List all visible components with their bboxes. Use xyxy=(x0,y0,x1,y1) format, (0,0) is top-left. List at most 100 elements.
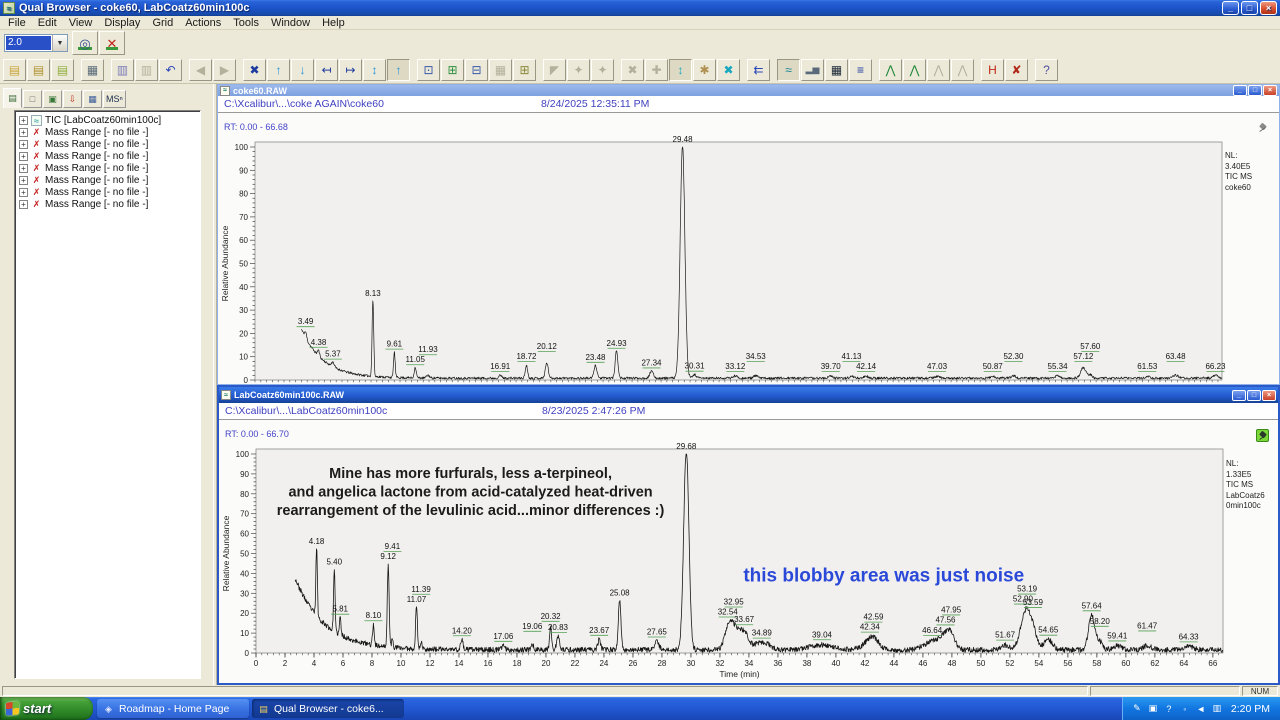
spectrum-view-button[interactable]: ▂▅ xyxy=(801,59,824,81)
tree-item-mass-range-2[interactable]: +✗Mass Range [- no file -] xyxy=(19,139,198,150)
tree-item-tic[interactable]: +≈TIC [LabCoatz60min100c] xyxy=(19,115,198,126)
menu-display[interactable]: Display xyxy=(98,17,146,29)
minimize-button[interactable]: _ xyxy=(1222,1,1239,15)
map-view-button[interactable]: ▦ xyxy=(825,59,848,81)
print-button[interactable]: ▦ xyxy=(81,59,104,81)
help-button[interactable]: ? xyxy=(1035,59,1058,81)
expand-icon[interactable]: + xyxy=(19,164,28,173)
copy-button[interactable]: ▥ xyxy=(111,59,134,81)
task-qual-browser[interactable]: ▤Qual Browser - coke6... xyxy=(252,699,404,718)
tab-ms[interactable]: MSⁿ xyxy=(103,90,126,108)
tree-item-mass-range-5[interactable]: +✗Mass Range [- no file -] xyxy=(19,175,198,186)
panel-close-button[interactable]: × xyxy=(1262,390,1276,401)
network-tray-icon[interactable]: ▥ xyxy=(1211,703,1223,714)
undo-button[interactable]: ↶ xyxy=(159,59,182,81)
active-pin-icon[interactable] xyxy=(1256,429,1269,442)
grab-cell-button[interactable]: ✱ xyxy=(693,59,716,81)
zoom-combo[interactable]: 2.0 ▼ xyxy=(4,34,68,52)
paste-button[interactable]: ▥ xyxy=(135,59,158,81)
scale-y-down-button[interactable]: ↓ xyxy=(291,59,314,81)
expand-icon[interactable]: + xyxy=(19,128,28,137)
panel-minimize-button[interactable]: _ xyxy=(1232,390,1246,401)
tab-cell-info[interactable]: ▤ xyxy=(3,88,22,108)
panel-title-bar-coke60[interactable]: ≈ coke60.RAW _ □ × xyxy=(218,85,1279,96)
maximize-button[interactable]: □ xyxy=(1241,1,1258,15)
scale-y-up-button[interactable]: ↑ xyxy=(267,59,290,81)
peak-detect-all-button[interactable]: ⋀ xyxy=(903,59,926,81)
chart-area-labcoatz[interactable]: 0102030405060708090100Relative Abundance… xyxy=(219,420,1278,683)
clear-chromatogram-button[interactable]: ✕ xyxy=(99,31,125,55)
maximize-cell-button[interactable]: ✖ xyxy=(621,59,644,81)
mass-flags-button[interactable]: ✘ xyxy=(1005,59,1028,81)
open-raw-file-button[interactable]: ▤ xyxy=(3,59,26,81)
menu-tools[interactable]: Tools xyxy=(227,17,265,29)
tab-report[interactable]: ▣ xyxy=(43,90,62,108)
peak-clear-button[interactable]: ⋀ xyxy=(951,59,974,81)
cell-layout-button[interactable]: ⊟ xyxy=(465,59,488,81)
tree-item-mass-range-1[interactable]: +✗Mass Range [- no file -] xyxy=(19,127,198,138)
zoom-chromatogram-button[interactable]: ◎ xyxy=(72,31,98,55)
next-view-button[interactable]: ▶ xyxy=(213,59,236,81)
pan-right-button[interactable]: ↦ xyxy=(339,59,362,81)
insert-cell-button[interactable]: ▦ xyxy=(489,59,512,81)
update-tray-icon[interactable]: ◦ xyxy=(1179,704,1191,714)
panel-close-button[interactable]: × xyxy=(1263,85,1277,96)
menu-edit[interactable]: Edit xyxy=(32,17,63,29)
expand-icon[interactable]: + xyxy=(19,200,28,209)
previous-view-button[interactable]: ◀ xyxy=(189,59,212,81)
combo-dropdown-icon[interactable]: ▼ xyxy=(52,35,67,51)
display-options-button[interactable]: ⊡ xyxy=(417,59,440,81)
peak-undo-button[interactable]: ⋀ xyxy=(927,59,950,81)
pin-cell-button[interactable]: ◤ xyxy=(543,59,566,81)
cell-grid-button[interactable]: ⊞ xyxy=(441,59,464,81)
menu-grid[interactable]: Grid xyxy=(146,17,179,29)
open-layout-button[interactable]: ▤ xyxy=(51,59,74,81)
normalize-0-100-button[interactable]: ↑ xyxy=(387,59,410,81)
delete-cell-button[interactable]: ✖ xyxy=(717,59,740,81)
scan-list-button[interactable]: ≡ xyxy=(849,59,872,81)
start-button[interactable]: start xyxy=(0,697,93,720)
tree-item-mass-range-3[interactable]: +✗Mass Range [- no file -] xyxy=(19,151,198,162)
menu-help[interactable]: Help xyxy=(316,17,351,29)
apply-to-all-button[interactable]: ✦ xyxy=(591,59,614,81)
menu-window[interactable]: Window xyxy=(265,17,316,29)
chart-area-coke60[interactable]: 0102030405060708090100Relative Abundance… xyxy=(218,113,1279,384)
display-tray-icon[interactable]: ▣ xyxy=(1147,703,1159,714)
panel-maximize-button[interactable]: □ xyxy=(1247,390,1261,401)
help-tray-icon[interactable]: ? xyxy=(1163,704,1175,714)
menu-file[interactable]: File xyxy=(2,17,32,29)
open-result-file-button[interactable]: ▤ xyxy=(27,59,50,81)
peak-detect-button[interactable]: ⋀ xyxy=(879,59,902,81)
expand-icon[interactable]: + xyxy=(19,176,28,185)
chromatogram-view-button[interactable]: ≈ xyxy=(777,59,800,81)
subtract-background-button[interactable]: H xyxy=(981,59,1004,81)
apply-to-cell-button[interactable]: ✦ xyxy=(567,59,590,81)
autorange-y-button[interactable]: ↕ xyxy=(363,59,386,81)
expand-icon[interactable]: + xyxy=(19,140,28,149)
panel-minimize-button[interactable]: _ xyxy=(1233,85,1247,96)
tab-file-info[interactable]: □ xyxy=(23,90,42,108)
panel-maximize-button[interactable]: □ xyxy=(1248,85,1262,96)
restore-cells-button[interactable]: ✚ xyxy=(645,59,668,81)
expand-icon[interactable]: + xyxy=(19,152,28,161)
tree-item-mass-range-7[interactable]: +✗Mass Range [- no file -] xyxy=(19,199,198,210)
tab-sort[interactable]: ⇩ xyxy=(63,90,82,108)
task-roadmap[interactable]: ◈Roadmap - Home Page xyxy=(97,699,249,718)
pen-tray-icon[interactable]: ✎ xyxy=(1131,703,1143,714)
panel-title-bar-labcoatz[interactable]: ≈ LabCoatz60min100c.RAW _ □ × xyxy=(219,387,1278,403)
tab-grid[interactable]: ▦ xyxy=(83,90,102,108)
add-cell-button[interactable]: ⊞ xyxy=(513,59,536,81)
expand-icon[interactable]: + xyxy=(19,116,28,125)
pin-icon[interactable] xyxy=(1257,122,1270,135)
pan-left-button[interactable]: ↤ xyxy=(315,59,338,81)
menu-actions[interactable]: Actions xyxy=(179,17,227,29)
tree-item-mass-range-4[interactable]: +✗Mass Range [- no file -] xyxy=(19,163,198,174)
app-title-bar[interactable]: ≈ Qual Browser - coke60, LabCoatz60min10… xyxy=(0,0,1280,16)
tree-item-mass-range-6[interactable]: +✗Mass Range [- no file -] xyxy=(19,187,198,198)
close-button[interactable]: × xyxy=(1260,1,1277,15)
menu-view[interactable]: View xyxy=(63,17,99,29)
hide-icons-chevron[interactable]: ◄ xyxy=(1195,704,1207,714)
expand-icon[interactable]: + xyxy=(19,188,28,197)
split-cell-button[interactable]: ↕ xyxy=(669,59,692,81)
reset-scale-button[interactable]: ✖ xyxy=(243,59,266,81)
